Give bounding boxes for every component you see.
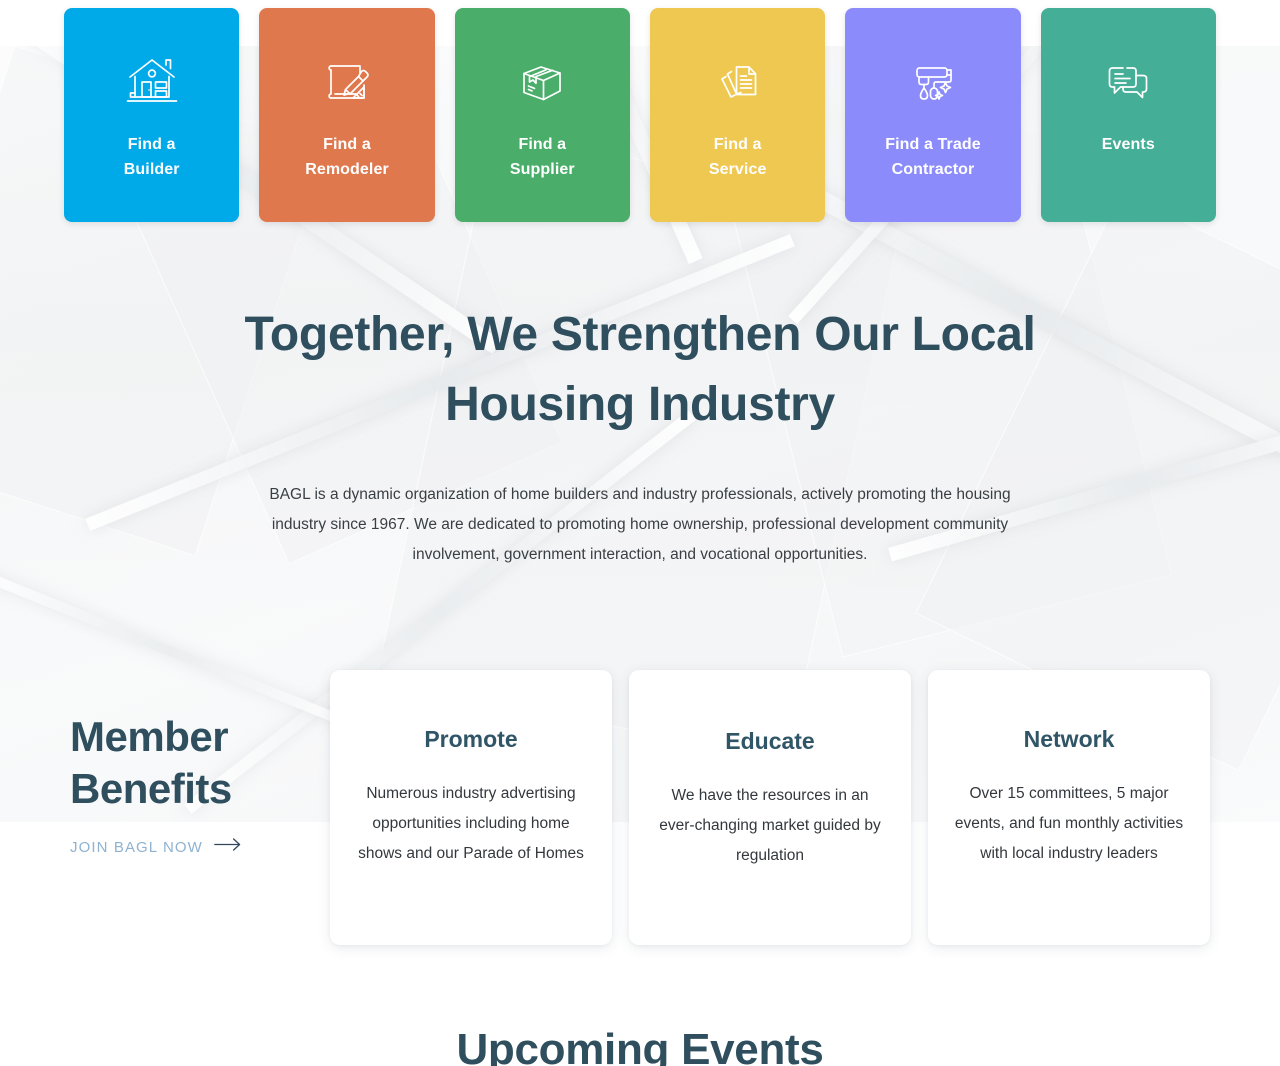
category-card-label: Find a Supplier: [509, 136, 575, 178]
page-root: Find a Builder Find a Remodeler Find a S…: [0, 0, 1280, 1066]
upcoming-events-section: Upcoming Events: [0, 1022, 1280, 1066]
category-card-label: Find a Builder: [123, 136, 180, 178]
category-card-find-a-builder[interactable]: Find a Builder: [64, 8, 240, 222]
blueprint-pencil-icon: [320, 54, 374, 108]
join-bagl-now-link[interactable]: JOIN BAGL NOW: [70, 838, 241, 856]
benefit-card-title: Promote: [424, 726, 518, 752]
category-card-find-a-supplier[interactable]: Find a Supplier: [454, 8, 630, 222]
category-card-label: Find a Remodeler: [305, 136, 389, 178]
hero-paragraph: BAGL is a dynamic organization of home b…: [269, 486, 1011, 563]
member-benefits-section: Member Benefits JOIN BAGL NOW Promote Num…: [0, 665, 1280, 950]
category-card-find-a-service[interactable]: Find a Service: [649, 8, 826, 222]
hero-section: Together, We Strengthen Our Local Housing…: [0, 300, 1280, 570]
member-benefits-intro: Member Benefits JOIN BAGL NOW: [70, 711, 320, 857]
category-card-label: Events: [1101, 136, 1155, 153]
benefit-card-title: Network: [1023, 726, 1115, 752]
benefit-card-body: Over 15 committees, 5 major events, and …: [954, 785, 1184, 862]
category-card-find-a-remodeler[interactable]: Find a Remodeler: [259, 8, 435, 222]
benefit-card-network[interactable]: Network Over 15 committees, 5 major even…: [928, 670, 1210, 945]
benefit-card-educate[interactable]: Educate We have the resources in an ever…: [629, 670, 911, 945]
box-package-icon: [515, 54, 569, 108]
category-card-events[interactable]: Events: [1040, 8, 1216, 222]
category-card-label: Find a Trade Contractor: [885, 136, 981, 178]
benefit-card-title: Educate: [725, 728, 815, 754]
page-title: Together, We Strengthen Our Local Housing…: [244, 308, 1036, 431]
member-benefits-heading: Member Benefits: [70, 713, 232, 812]
benefit-card-body: Numerous industry advertising opportunit…: [358, 785, 584, 862]
documents-icon: [711, 54, 765, 108]
join-bagl-now-label: JOIN BAGL NOW: [70, 838, 203, 856]
category-card-label: Find a Service: [708, 136, 767, 178]
house-icon: [125, 54, 179, 108]
benefit-card-promote[interactable]: Promote Numerous industry advertising op…: [330, 670, 612, 945]
chat-bubbles-icon: [1101, 54, 1155, 108]
benefit-cards-row: Promote Numerous industry advertising op…: [330, 670, 1210, 945]
benefit-card-body: We have the resources in an ever-changin…: [659, 787, 881, 864]
category-cards-row: Find a Builder Find a Remodeler Find a S…: [64, 8, 1216, 222]
upcoming-events-title: Upcoming Events: [456, 1025, 824, 1066]
arrow-right-icon: [214, 838, 241, 856]
paint-roller-icon: [906, 54, 960, 108]
category-card-find-a-trade-contractor[interactable]: Find a Trade Contractor: [845, 8, 1021, 222]
